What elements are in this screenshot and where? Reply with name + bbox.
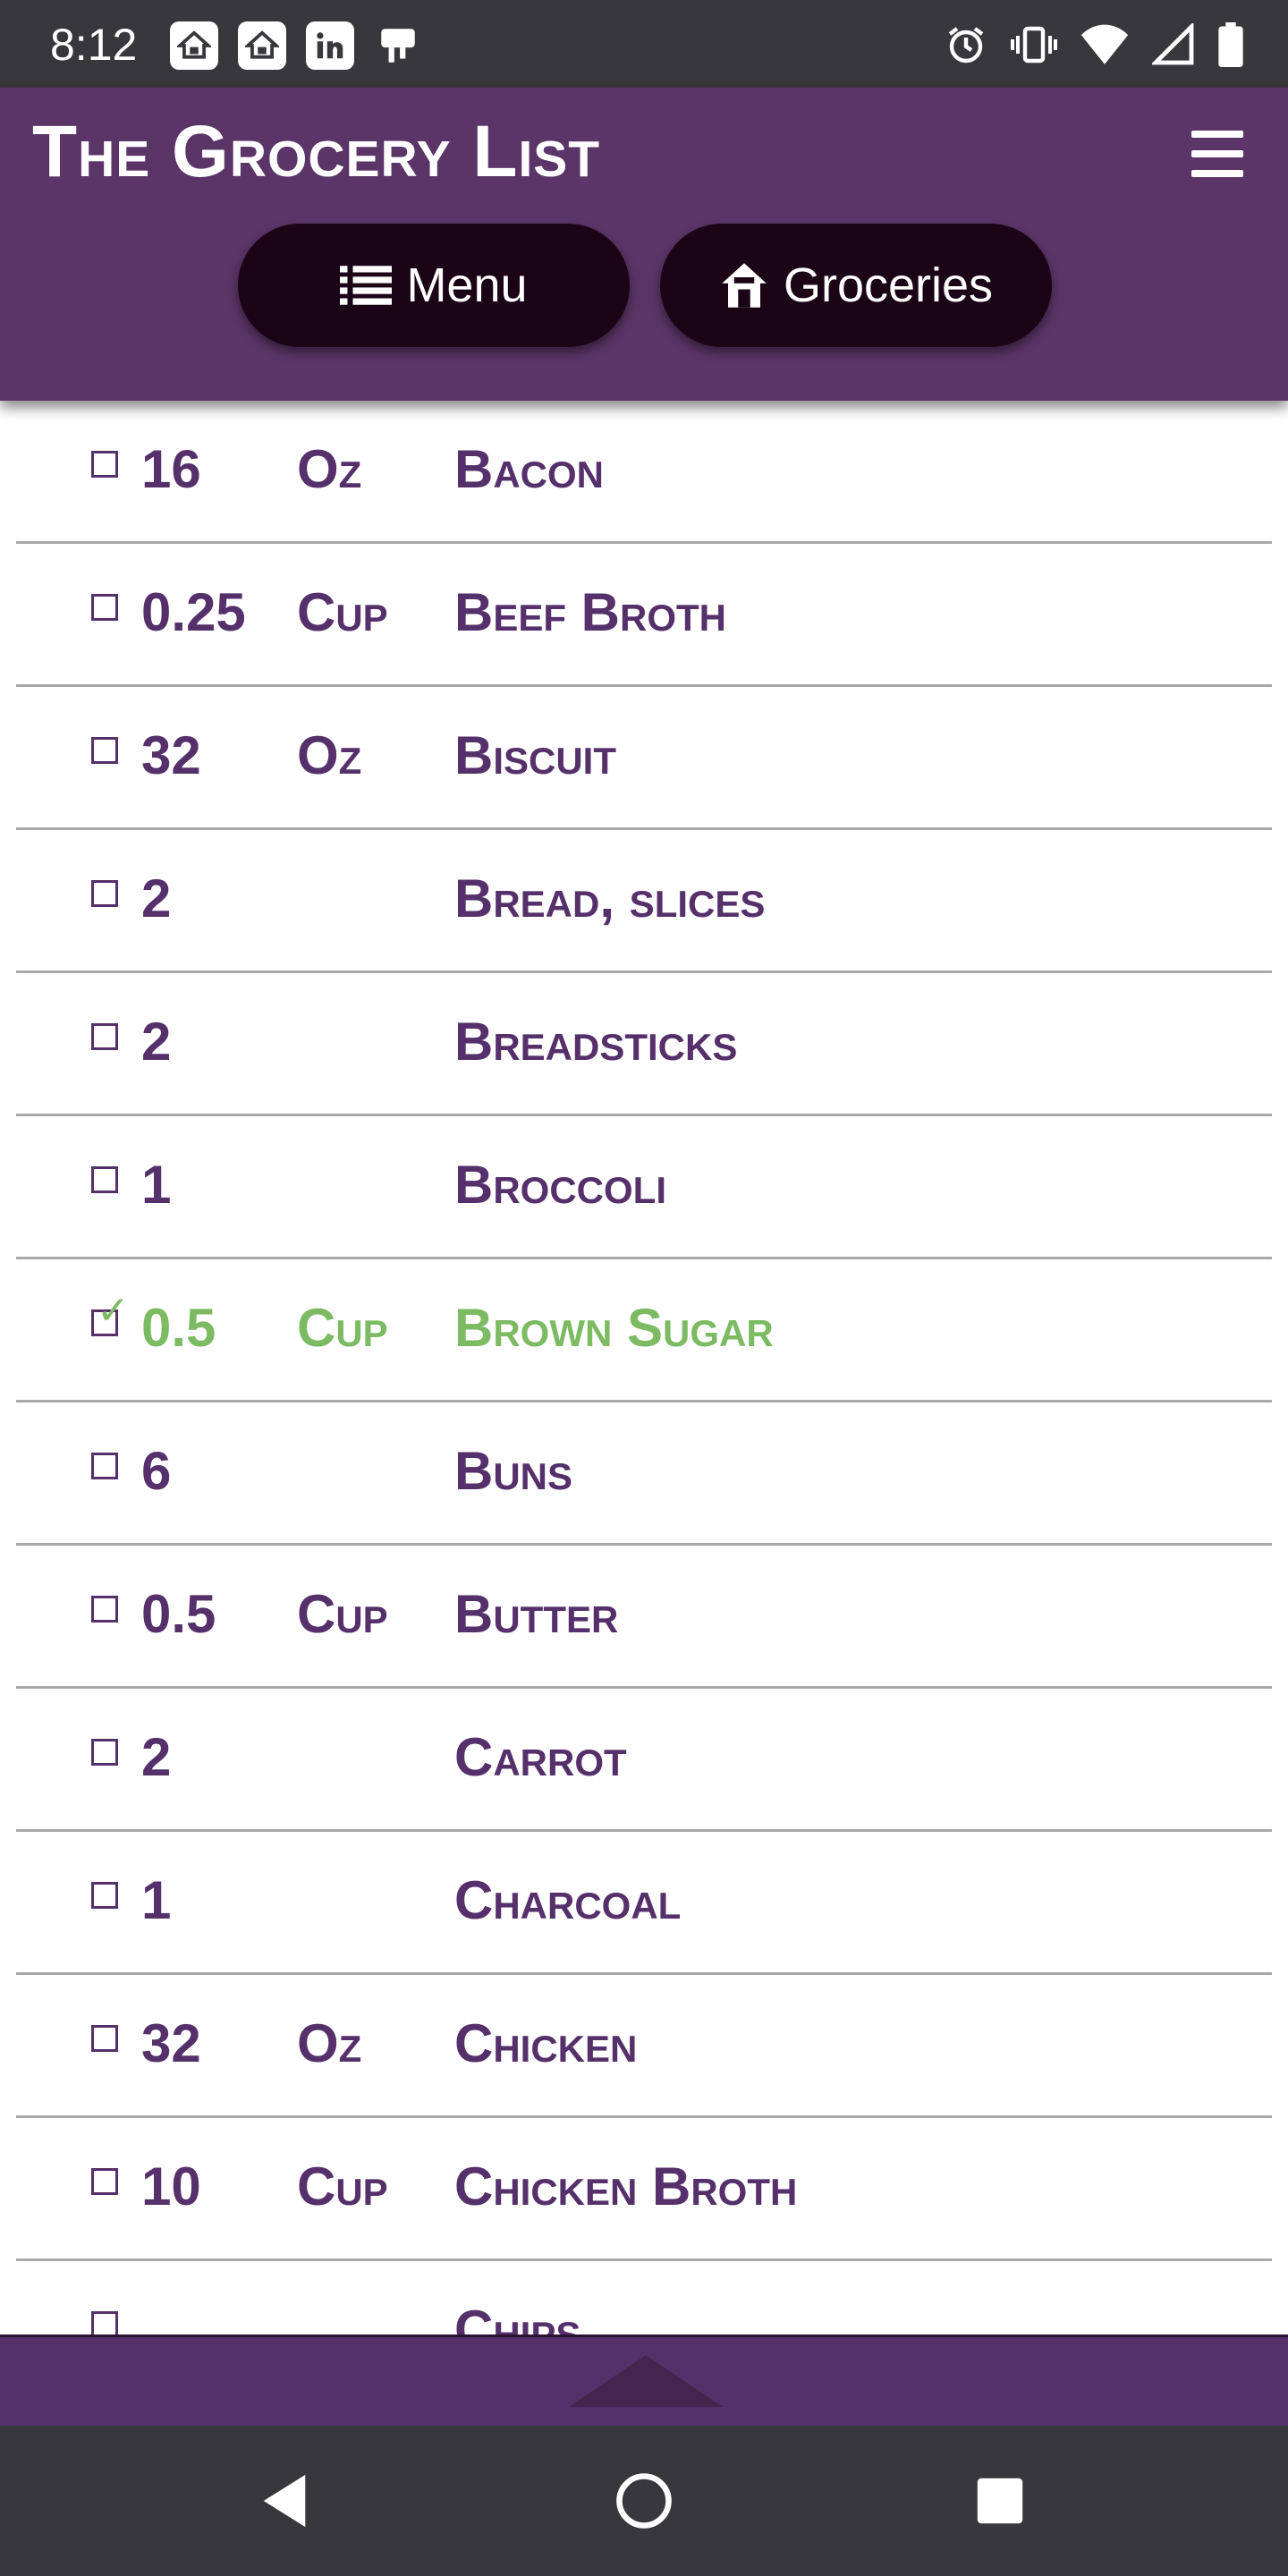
item-unit: Oz xyxy=(297,725,362,785)
item-name: Chicken Broth xyxy=(454,2157,798,2216)
item-checkbox[interactable] xyxy=(91,1023,118,1050)
list-icon xyxy=(340,266,393,305)
menu-button-label: Menu xyxy=(406,258,528,312)
home-icon xyxy=(238,21,286,70)
grocery-list: 16 Oz Bacon 0.25 Cup Beef Broth 32 Oz Biscuit 2 Br… xyxy=(0,401,1288,2334)
home-circle-icon[interactable] xyxy=(555,2426,733,2576)
scroll-to-top-icon[interactable] xyxy=(569,2355,723,2407)
item-quantity: 2 xyxy=(141,1727,172,1787)
grocery-item-row[interactable]: 1 Charcoal xyxy=(16,1832,1272,1975)
item-name: Charcoal xyxy=(454,1870,682,1930)
hamburger-icon[interactable] xyxy=(1191,131,1243,177)
grocery-item-row[interactable]: 6 Buns xyxy=(16,1402,1272,1546)
groceries-button-label: Groceries xyxy=(783,258,994,312)
checkmark-icon: ✓ xyxy=(97,1289,130,1333)
item-checkbox[interactable] xyxy=(91,880,118,907)
signal-icon xyxy=(1152,23,1194,65)
item-name: Carrot xyxy=(454,1727,627,1787)
item-quantity: 0.5 xyxy=(141,1298,216,1358)
item-unit: Cup xyxy=(297,582,388,642)
item-quantity: 2 xyxy=(141,869,172,928)
grocery-item-row[interactable]: 10 Cup Chicken Broth xyxy=(16,2118,1272,2261)
grocery-item-row[interactable]: 0.25 Cup Beef Broth xyxy=(16,544,1272,687)
item-checkbox[interactable] xyxy=(91,1453,118,1479)
recents-icon[interactable] xyxy=(911,2426,1089,2576)
battery-icon xyxy=(1218,22,1243,67)
item-unit: Oz xyxy=(297,439,362,499)
vibrate-icon xyxy=(1011,26,1057,64)
item-quantity: 2 xyxy=(141,1012,172,1072)
page-title: The Grocery List xyxy=(32,111,601,192)
menu-button[interactable]: Menu xyxy=(238,224,630,347)
item-checkbox[interactable] xyxy=(91,451,118,478)
footer-bar xyxy=(0,2334,1288,2426)
item-checkbox[interactable] xyxy=(91,594,118,621)
item-name: Bacon xyxy=(454,439,604,499)
item-unit: Oz xyxy=(297,2013,362,2073)
item-quantity: 0.25 xyxy=(141,582,246,642)
item-name: Buns xyxy=(454,1441,573,1501)
item-quantity: 0.5 xyxy=(141,1584,216,1644)
item-checkbox[interactable] xyxy=(91,2168,118,2195)
item-unit: Cup xyxy=(297,1584,388,1644)
item-checkbox[interactable] xyxy=(91,1166,118,1193)
grocery-item-row[interactable]: 32 Oz Biscuit xyxy=(16,687,1272,830)
item-name: Bread, slices xyxy=(454,869,766,928)
system-status-icons xyxy=(945,20,1243,70)
item-name: Chicken xyxy=(454,2013,638,2073)
item-name: Butter xyxy=(454,1584,619,1644)
sim-card-icon xyxy=(374,21,422,70)
item-quantity: 1 xyxy=(141,1870,172,1930)
item-name: Chips xyxy=(454,2300,581,2335)
status-bar: 8:12 xyxy=(0,0,1288,88)
item-name: Biscuit xyxy=(454,725,616,785)
item-name: Breadsticks xyxy=(454,1012,738,1072)
store-icon xyxy=(722,263,767,308)
grocery-item-row[interactable]: ✓ 0.5 Cup Brown Sugar xyxy=(16,1259,1272,1402)
grocery-item-row[interactable]: 0.5 Cup Butter xyxy=(16,1546,1272,1689)
linkedin-icon xyxy=(306,21,354,70)
item-checkbox[interactable] xyxy=(91,2025,118,2052)
item-unit: Cup xyxy=(297,2157,388,2216)
alarm-icon xyxy=(948,27,984,64)
item-checkbox[interactable] xyxy=(91,1596,118,1623)
status-time: 8:12 xyxy=(50,20,138,70)
back-icon[interactable] xyxy=(195,2426,374,2576)
item-quantity: 16 xyxy=(141,439,201,499)
system-nav-bar xyxy=(0,2426,1288,2576)
wifi-icon xyxy=(1080,24,1129,64)
item-quantity: 10 xyxy=(141,2157,201,2216)
app-header: The Grocery List Menu Groceries xyxy=(0,88,1288,401)
item-quantity: 32 xyxy=(141,2013,201,2073)
grocery-item-row[interactable]: Chips xyxy=(16,2261,1272,2334)
item-quantity: 1 xyxy=(141,1155,172,1215)
item-checkbox[interactable] xyxy=(91,1739,118,1766)
grocery-item-row[interactable]: 2 Carrot xyxy=(16,1689,1272,1832)
grocery-item-row[interactable]: 2 Bread, slices xyxy=(16,830,1272,973)
item-checkbox[interactable] xyxy=(91,1882,118,1909)
grocery-item-row[interactable]: 2 Breadsticks xyxy=(16,973,1272,1116)
grocery-item-row[interactable]: 32 Oz Chicken xyxy=(16,1975,1272,2118)
item-unit: Cup xyxy=(297,1298,388,1358)
item-name: Beef Broth xyxy=(454,582,726,642)
home-icon xyxy=(170,21,218,70)
grocery-item-row[interactable]: 1 Broccoli xyxy=(16,1116,1272,1259)
item-checkbox[interactable] xyxy=(91,737,118,764)
item-checkbox[interactable] xyxy=(91,2311,118,2334)
grocery-item-row[interactable]: 16 Oz Bacon xyxy=(16,401,1272,544)
item-name: Brown Sugar xyxy=(454,1298,774,1358)
item-quantity: 32 xyxy=(141,725,201,785)
groceries-button[interactable]: Groceries xyxy=(660,224,1052,347)
item-quantity: 6 xyxy=(141,1441,172,1501)
item-name: Broccoli xyxy=(454,1155,666,1215)
